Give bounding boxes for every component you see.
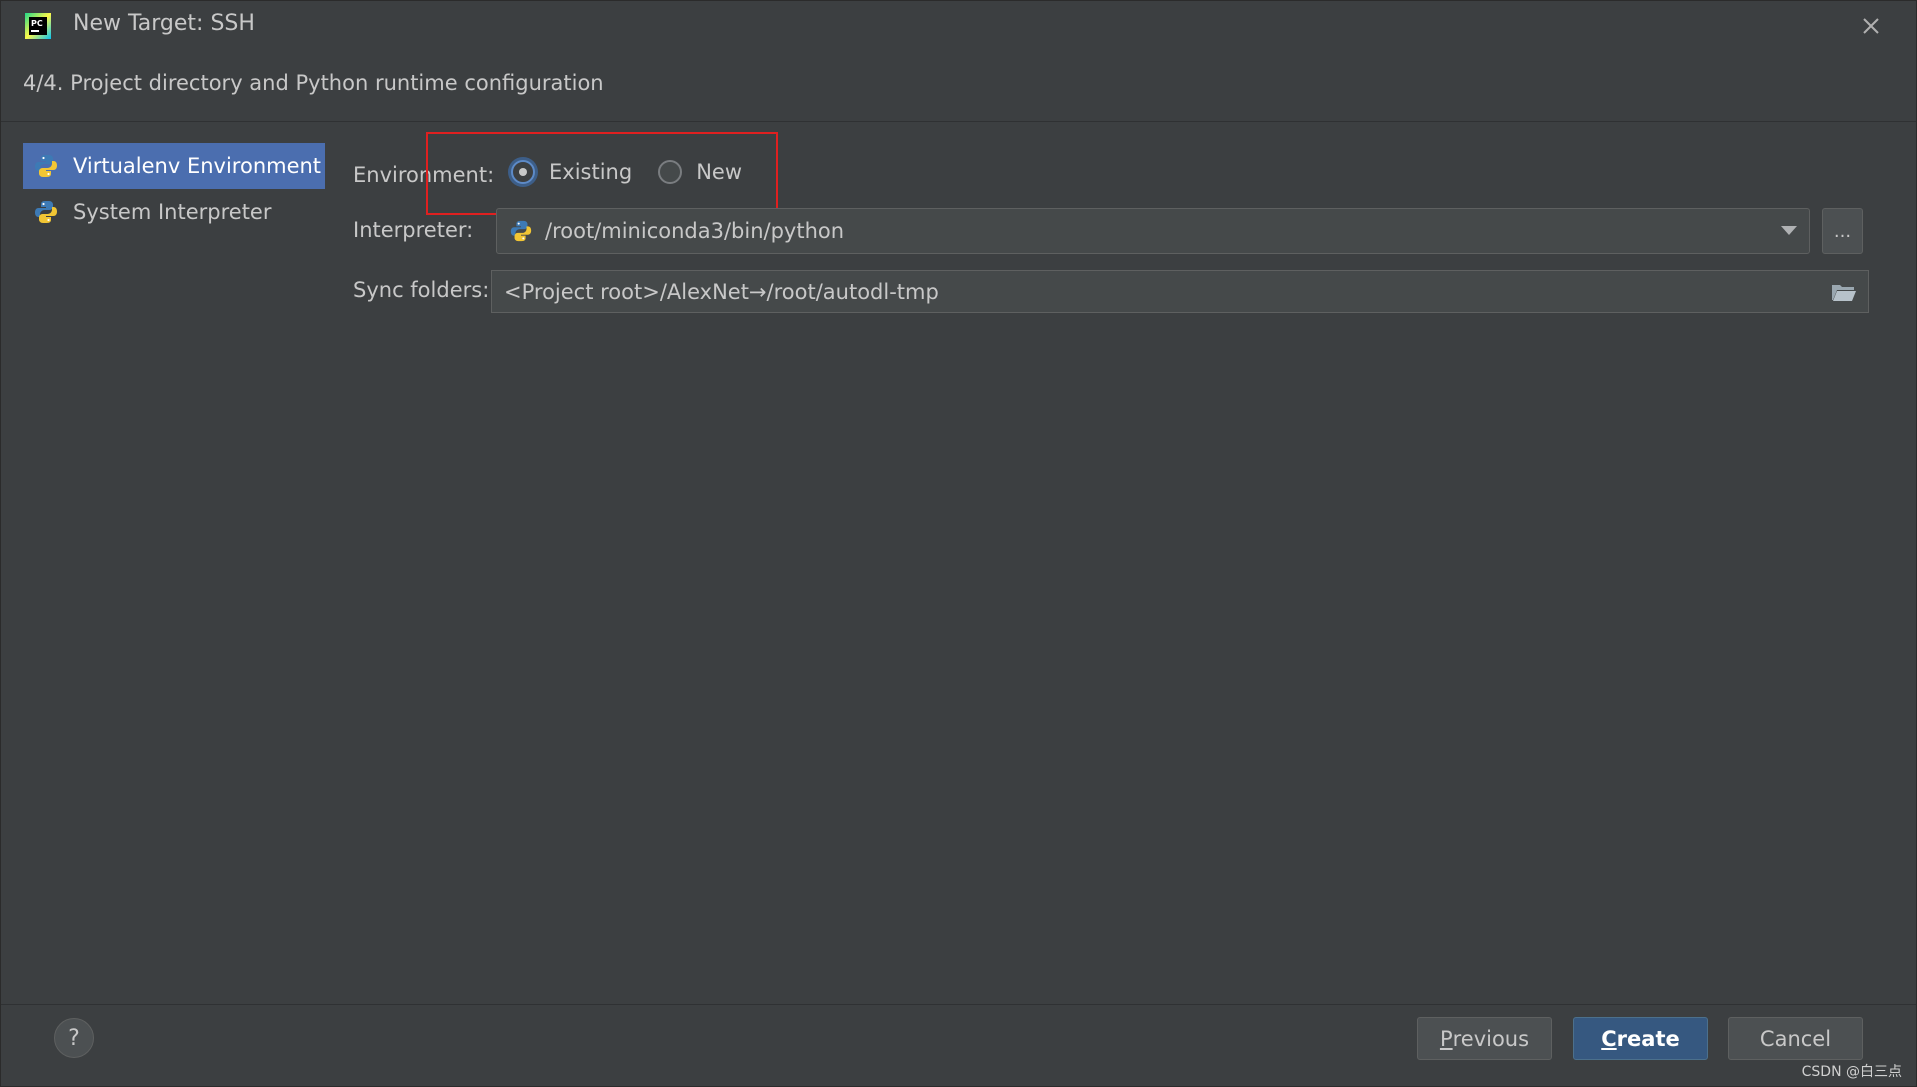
folder-icon[interactable] <box>1830 281 1858 303</box>
watermark: CSDN @白三点 <box>1801 1064 1902 1080</box>
previous-mnemonic: P <box>1439 1026 1453 1051</box>
interpreter-dropdown[interactable]: /root/miniconda3/bin/python <box>496 208 1810 254</box>
new-target-ssh-dialog: PC New Target: SSH 4/4. Project director… <box>0 0 1917 1087</box>
interpreter-label: Interpreter: <box>353 218 474 242</box>
step-title: 4/4. Project directory and Python runtim… <box>23 71 604 95</box>
create-label: reate <box>1616 1026 1680 1051</box>
annotation-highlight-box <box>426 132 778 215</box>
environment-type-list: Virtualenv Environment System Interprete… <box>23 143 325 235</box>
sync-folders-field[interactable]: <Project root>/AlexNet→/root/autodl-tmp <box>491 270 1869 313</box>
svg-text:PC: PC <box>31 19 43 28</box>
create-button[interactable]: Create <box>1573 1017 1708 1060</box>
previous-button[interactable]: Previous <box>1417 1017 1552 1060</box>
create-mnemonic: C <box>1601 1026 1617 1051</box>
window-title: New Target: SSH <box>73 11 255 36</box>
sidebar-item-system-interpreter[interactable]: System Interpreter <box>23 189 325 235</box>
sync-folders-label: Sync folders: <box>353 278 490 302</box>
divider <box>1 1004 1916 1005</box>
sidebar-item-label: Virtualenv Environment <box>73 154 322 178</box>
python-icon <box>35 201 57 223</box>
help-button[interactable]: ? <box>54 1018 94 1058</box>
python-icon <box>35 155 57 177</box>
chevron-down-icon[interactable] <box>1781 226 1797 235</box>
pycharm-icon: PC <box>25 13 51 39</box>
title-bar: PC New Target: SSH <box>1 1 1916 51</box>
sidebar-item-virtualenv[interactable]: Virtualenv Environment <box>23 143 325 189</box>
python-icon <box>510 220 532 242</box>
divider <box>1 121 1916 122</box>
cancel-button[interactable]: Cancel <box>1728 1017 1863 1060</box>
previous-label: revious <box>1452 1026 1530 1051</box>
close-icon[interactable] <box>1856 11 1886 41</box>
interpreter-value: /root/miniconda3/bin/python <box>545 219 845 243</box>
sync-folders-value: <Project root>/AlexNet→/root/autodl-tmp <box>504 279 939 304</box>
sidebar-item-label: System Interpreter <box>73 200 272 224</box>
browse-interpreter-button[interactable]: ... <box>1822 208 1863 254</box>
